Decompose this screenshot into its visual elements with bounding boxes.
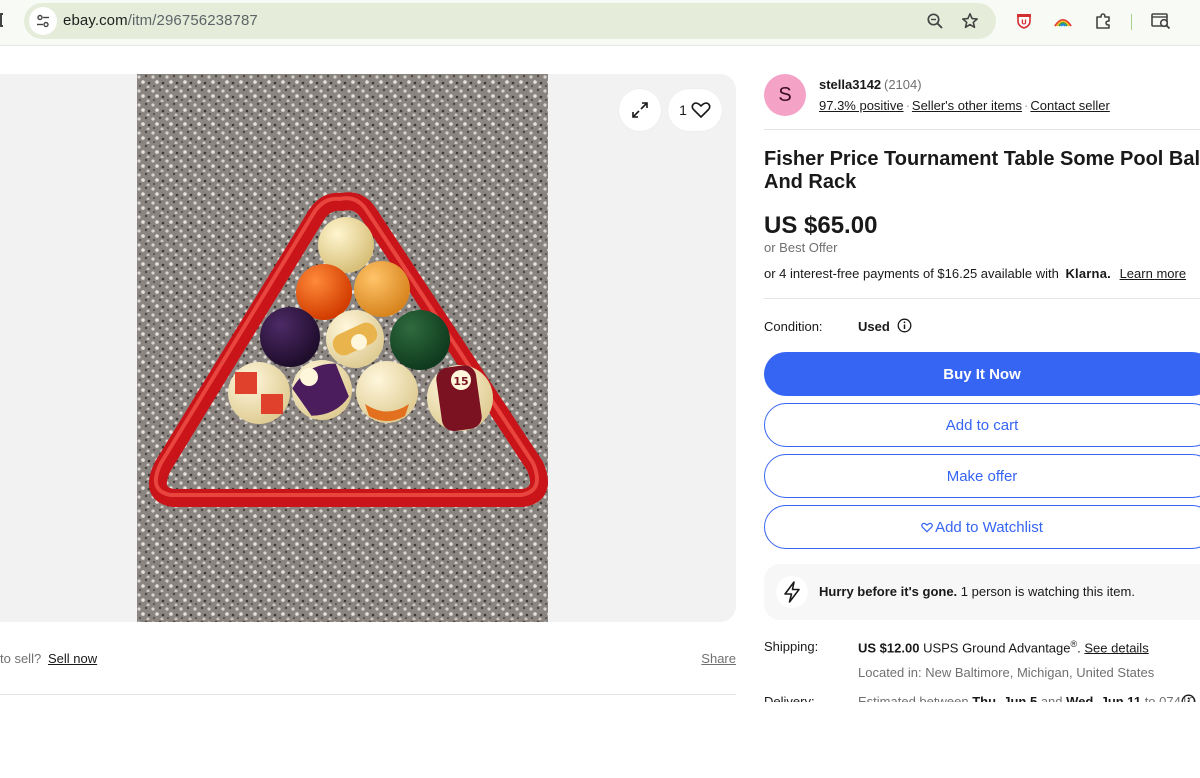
sell-question: to sell? [0,651,42,666]
urgency-bold: Hurry before it's gone. [819,584,958,599]
add-to-cart-button[interactable]: Add to cart [764,403,1200,447]
svg-text:U: U [1021,19,1027,27]
heart-icon [691,102,711,118]
urgency-banner: Hurry before it's gone. 1 person is watc… [764,564,1200,620]
extension-shield-icon[interactable]: U [1013,10,1035,32]
zoom-icon[interactable] [925,11,945,31]
separator-dot: · [905,98,910,113]
contact-seller-link[interactable]: Contact seller [1030,98,1109,113]
registered-mark: ® [1070,639,1078,649]
make-offer-button[interactable]: Make offer [764,454,1200,498]
condition-value: Used [858,319,890,334]
best-offer-note: or Best Offer [764,240,838,255]
address-bar[interactable]: ebay.com/itm/296756238787 [24,3,996,39]
toolbar-divider [1131,14,1132,30]
tab-edge [0,13,3,27]
page-bottom [0,702,1200,778]
condition-label: Condition: [764,319,823,334]
seller-positive-link[interactable]: 97.3% positive [819,98,904,113]
see-details-link[interactable]: See details [1084,640,1148,655]
item-location: Located in: New Baltimore, Michigan, Uni… [858,665,1155,680]
watchlist-label: Add to Watchlist [935,518,1043,536]
seller-avatar[interactable]: S [764,74,806,116]
product-photo[interactable]: 15 [137,74,548,622]
gallery-footer: to sell? Sell now Share [0,650,736,670]
buy-it-now-button[interactable]: Buy It Now [764,352,1200,396]
browser-toolbar: ebay.com/itm/296756238787 U [0,0,1200,46]
url-path: /itm/296756238787 [127,12,258,29]
urgency-text: Hurry before it's gone. 1 person is watc… [819,584,1135,599]
url-text[interactable]: ebay.com/itm/296756238787 [63,12,258,29]
bookmark-star-icon[interactable] [960,11,980,31]
item-price: US $65.00 [764,212,878,239]
lightning-icon [776,576,808,608]
divider [764,298,1200,299]
seller-name[interactable]: stella3142 [819,77,881,92]
seller-links: 97.3% positive · Seller's other items · Cont… [819,98,1110,113]
listing-details: S stella3142 (2104) 97.3% positive · Selle… [764,74,1200,704]
shipping-label: Shipping: [764,639,819,654]
add-to-watchlist-button[interactable]: Add to Watchlist [764,505,1200,549]
separator-dot: · [1024,98,1029,113]
expand-image-button[interactable] [619,89,661,131]
seller-other-items-link[interactable]: Seller's other items [912,98,1022,113]
urgency-detail: 1 person is watching this item. [960,584,1135,599]
shipping-value: US $12.00 USPS Ground Advantage®. See de… [858,639,1149,656]
site-settings-icon[interactable] [29,7,57,35]
info-icon[interactable] [897,318,912,333]
seller-feedback-count: (2104) [884,77,922,92]
divider [0,694,736,695]
divider [764,129,1200,130]
svg-text:15: 15 [453,375,468,388]
share-link[interactable]: Share [701,651,736,666]
image-gallery[interactable]: 15 1 [0,74,736,622]
heart-icon [921,522,933,533]
extension-rainbow-icon[interactable] [1052,10,1074,32]
url-host: ebay.com [63,12,128,29]
item-title: Fisher Price Tournament Table Some Pool … [764,148,1200,193]
klarna-text: or 4 interest-free payments of $16.25 av… [764,266,1059,281]
klarna-logo: Klarna. [1065,266,1111,281]
extensions-puzzle-icon[interactable] [1092,10,1114,32]
sell-now-link[interactable]: Sell now [48,651,97,666]
shipping-cost: US $12.00 [858,640,920,656]
search-tab-icon[interactable] [1150,10,1172,32]
watch-heart-button[interactable]: 1 [668,89,722,131]
shipping-service: USPS Ground Advantage [923,640,1071,656]
expand-icon [632,102,648,118]
watch-count: 1 [679,102,687,118]
klarna-payments: or 4 interest-free payments of $16.25 av… [764,266,1186,281]
klarna-learn-more-link[interactable]: Learn more [1120,266,1186,281]
